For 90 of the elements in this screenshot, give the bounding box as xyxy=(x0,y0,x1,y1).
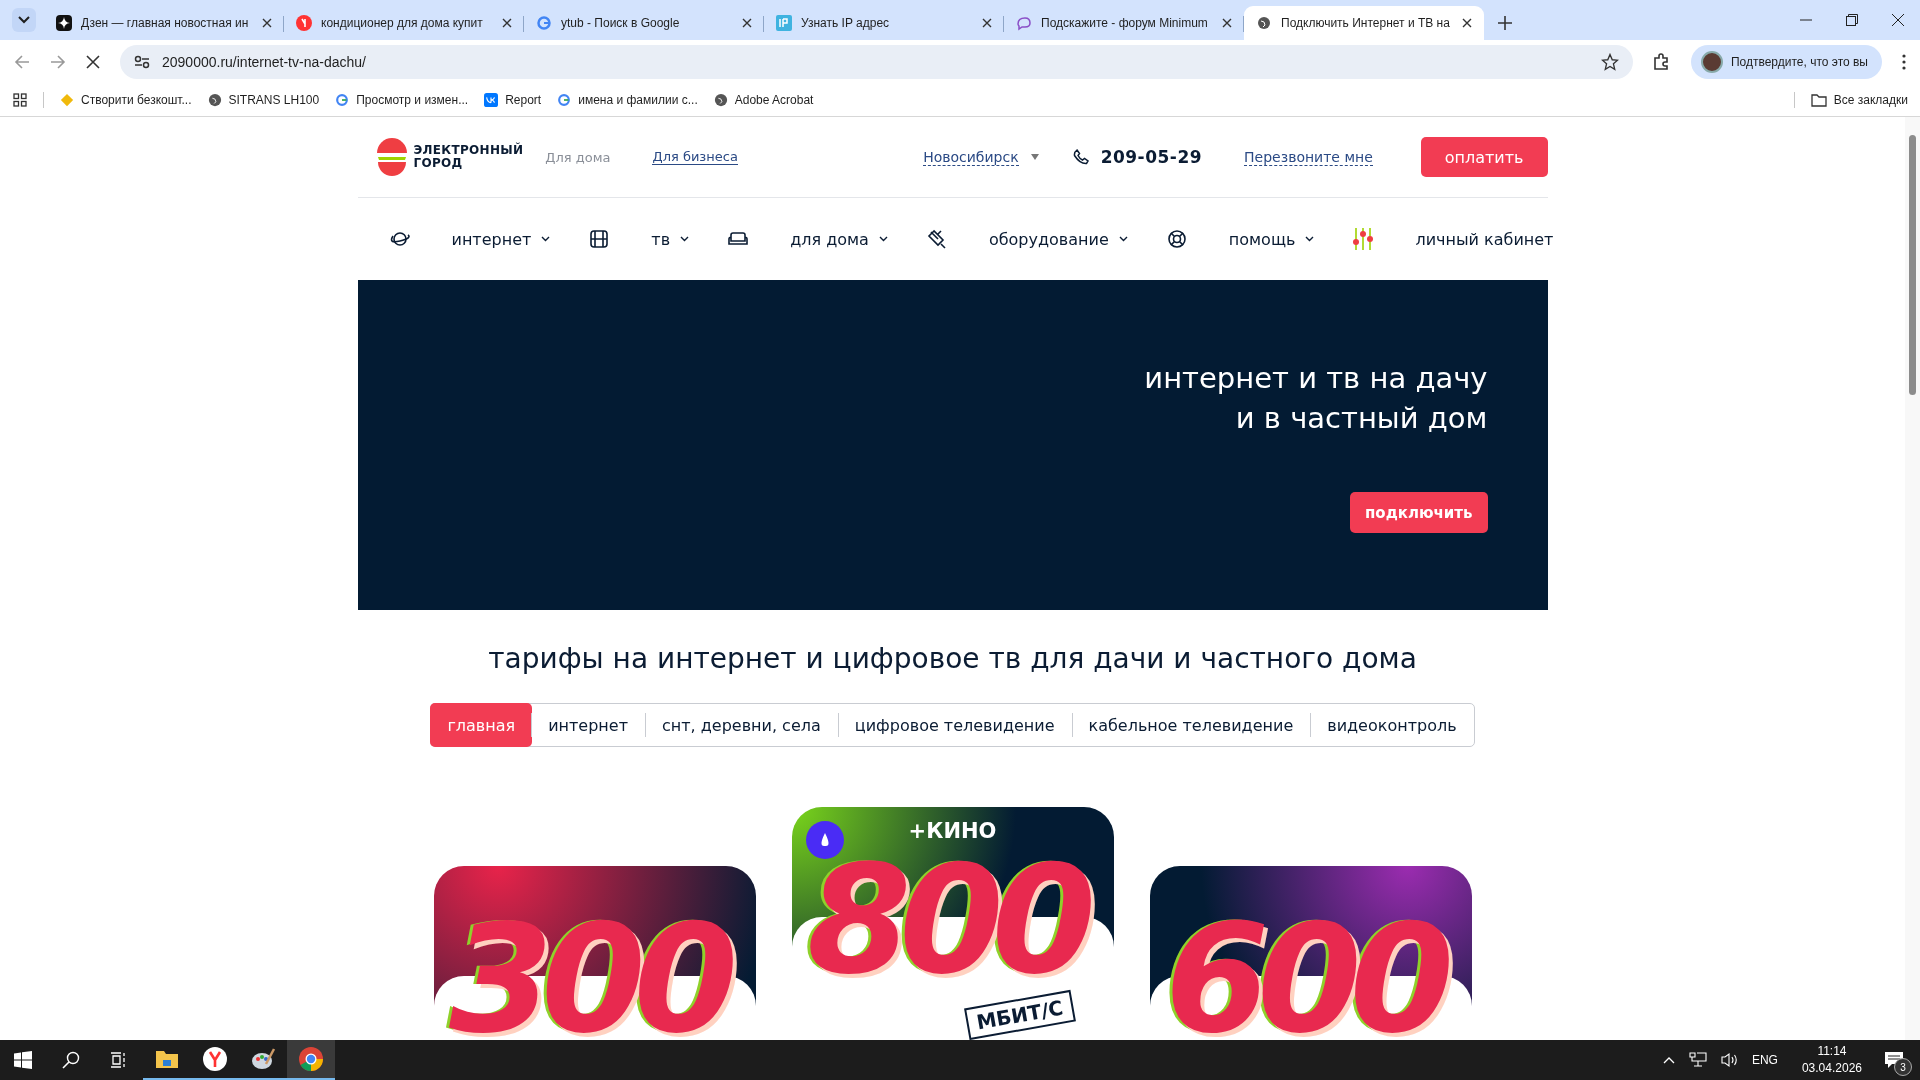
site-icon xyxy=(56,15,72,31)
logo-icon xyxy=(375,135,408,179)
nav-menu-item[interactable]: для дома xyxy=(790,229,869,249)
bookmark-star-icon[interactable] xyxy=(1600,53,1619,71)
chevron-down-icon[interactable] xyxy=(1118,236,1128,242)
site-icon xyxy=(776,15,792,31)
filter-tab[interactable]: кабельное телевидение xyxy=(1071,704,1311,746)
scrollbar[interactable] xyxy=(1905,117,1920,1040)
callback-link[interactable]: Перезвоните мне xyxy=(1244,148,1373,166)
nav-menu-item[interactable]: тв xyxy=(651,229,671,249)
folder-icon xyxy=(1810,93,1827,107)
close-icon[interactable] xyxy=(742,18,752,28)
close-icon[interactable] xyxy=(262,18,272,28)
close-icon[interactable] xyxy=(502,18,512,28)
chevron-up-icon[interactable] xyxy=(1662,1056,1675,1064)
site-icon xyxy=(484,93,499,107)
bookmark-item[interactable]: Створити безкошт... xyxy=(60,93,192,107)
filter-tab[interactable]: снт, деревни, села xyxy=(645,704,838,746)
browser-tab[interactable]: Узнать IP адрес xyxy=(764,6,1004,40)
back-icon[interactable] xyxy=(14,54,30,70)
bookmark-item[interactable]: Adobe Acrobat xyxy=(713,93,814,107)
close-icon[interactable] xyxy=(982,18,992,28)
dropdown-triangle-icon[interactable] xyxy=(1030,154,1039,160)
site-settings-icon[interactable] xyxy=(134,55,150,69)
browser-tab[interactable]: Дзен — главная новостная ин xyxy=(44,6,284,40)
chevron-down-icon[interactable] xyxy=(680,236,690,242)
chevron-down-icon xyxy=(18,16,30,24)
section-heading: тарифы на интернет и цифровое тв для дачи и частного дома xyxy=(488,642,1417,675)
globe-icon xyxy=(1256,15,1272,31)
site-icon xyxy=(557,93,572,107)
volume-icon[interactable] xyxy=(1720,1052,1739,1068)
close-icon[interactable] xyxy=(1892,14,1904,26)
filter-tab[interactable]: видеоконтроль xyxy=(1310,704,1474,746)
hero-title: интернет и тв на дачу и в частный дом xyxy=(1144,360,1488,437)
network-icon[interactable] xyxy=(1688,1052,1707,1068)
globe-icon xyxy=(207,93,222,107)
nav-menu-item[interactable]: оборудование xyxy=(988,229,1109,249)
apps-grid-icon[interactable] xyxy=(13,93,27,107)
site-icon xyxy=(335,93,350,107)
site-icon xyxy=(1016,15,1032,31)
filter-tab[interactable]: главная xyxy=(430,703,533,747)
site-icon xyxy=(296,15,312,31)
all-bookmarks-button[interactable]: Все закладки xyxy=(1810,93,1908,107)
language-indicator[interactable]: ENG xyxy=(1751,1053,1778,1067)
nav-menu-item[interactable]: личный кабинет xyxy=(1415,229,1554,249)
notifications-button[interactable]: 3 xyxy=(1874,1040,1914,1080)
segment-link[interactable]: Для бизнеса xyxy=(652,149,738,165)
filter-tab[interactable]: цифровое телевидение xyxy=(837,704,1072,746)
nav-menu-item[interactable]: интернет xyxy=(451,229,532,249)
diamond-icon xyxy=(60,93,74,107)
bookmark-item[interactable]: Report xyxy=(484,93,542,107)
stop-icon[interactable] xyxy=(86,55,100,69)
close-icon[interactable] xyxy=(1222,18,1232,28)
browser-tab[interactable]: ytub - Поиск в Google xyxy=(524,6,764,40)
bookmark-item[interactable]: имена и фамилии с... xyxy=(557,93,698,107)
filter-tab[interactable]: интернет xyxy=(531,704,645,746)
search-icon[interactable] xyxy=(62,1051,80,1069)
browser-tab[interactable]: Подскажите - форум Minimum xyxy=(1004,6,1244,40)
clock[interactable]: 11:14 03.04.2026 xyxy=(1801,1043,1862,1077)
avatar-icon xyxy=(1700,51,1723,73)
city-selector[interactable]: Новосибирск xyxy=(923,148,1019,166)
browser-tab[interactable]: кондиционер для дома купит xyxy=(284,6,524,40)
close-icon[interactable] xyxy=(1462,18,1472,28)
chrome-app-icon[interactable] xyxy=(287,1040,335,1080)
windows-start-icon[interactable] xyxy=(14,1051,32,1069)
phone-number[interactable]: 209-05-29 xyxy=(1100,147,1203,167)
notification-count: 3 xyxy=(1894,1058,1912,1076)
chevron-down-icon[interactable] xyxy=(541,236,551,242)
logo[interactable]: ЭЛЕКТРОННЫЙ ГОРОД xyxy=(375,135,524,179)
connect-button[interactable]: подключить xyxy=(1349,492,1488,533)
restore-icon[interactable] xyxy=(1846,14,1858,26)
sliders-icon xyxy=(1351,227,1376,251)
forward-icon[interactable] xyxy=(50,54,66,70)
nav-menu-item[interactable]: помощь xyxy=(1228,229,1296,249)
address-bar[interactable]: 2090000.ru/internet-tv-na-dachu/ xyxy=(120,45,1633,79)
task-view-icon[interactable] xyxy=(110,1051,128,1069)
pay-button[interactable]: оплатить xyxy=(1420,137,1548,177)
site-icon xyxy=(536,15,552,31)
tab-list-button[interactable] xyxy=(12,8,36,32)
menu-icon[interactable] xyxy=(1902,54,1906,70)
profile-button[interactable]: Подтвердите, что это вы xyxy=(1690,45,1882,79)
bookmark-item[interactable]: Просмотр и измен... xyxy=(335,93,469,107)
bookmark-item[interactable]: SITRANS LH100 xyxy=(207,93,320,107)
extensions-icon[interactable] xyxy=(1652,53,1671,71)
globe-icon xyxy=(713,93,728,107)
chevron-down-icon[interactable] xyxy=(878,236,888,242)
phone-icon xyxy=(1072,149,1089,165)
new-tab-icon[interactable] xyxy=(1498,16,1512,30)
browser-tab[interactable]: Подключить Интернет и ТВ на xyxy=(1244,6,1484,40)
chevron-down-icon[interactable] xyxy=(1305,236,1315,242)
